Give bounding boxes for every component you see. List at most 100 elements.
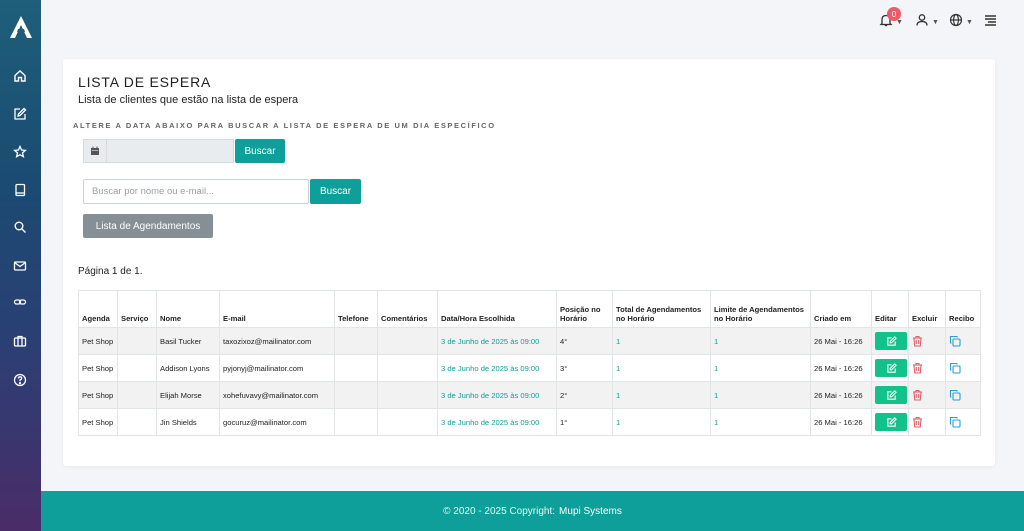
calendar-icon [83,139,107,163]
trash-icon [913,416,922,428]
briefcase-icon[interactable] [11,332,29,350]
cell-servico [117,408,157,436]
book-icon[interactable] [11,181,29,199]
cell-nome: Addison Lyons [156,354,220,382]
column-header: Posição no Horário [556,290,613,328]
language-button[interactable]: ▼ [949,11,973,29]
table-row: Pet Shop Jin Shields gocuruz@mailinator.… [78,408,981,436]
table-row: Pet Shop Basil Tucker taxozixoz@mailinat… [78,327,981,355]
brand-link[interactable]: Mupi Systems [559,506,622,517]
cell-total[interactable]: 1 [612,354,711,382]
receipt-button[interactable] [949,362,977,374]
cell-posicao: 1° [556,408,613,436]
cell-telefone [334,408,378,436]
column-header: Recibo [945,290,981,328]
cell-agenda: Pet Shop [78,327,118,355]
cell-data-hora[interactable]: 3 de Junho de 2025 às 09:00 [437,327,557,355]
edit-button[interactable] [875,386,907,404]
edit-icon[interactable] [11,105,29,123]
date-filter: Buscar [83,139,285,163]
cell-limite[interactable]: 1 [710,381,811,409]
help-icon[interactable] [11,371,29,389]
column-header: Agenda [78,290,118,328]
delete-button[interactable] [912,362,942,374]
receipt-button[interactable] [949,335,977,347]
receipt-button[interactable] [949,416,977,428]
notification-badge: 0 [887,7,901,21]
globe-icon [949,13,963,27]
cell-data-hora[interactable]: 3 de Junho de 2025 às 09:00 [437,354,557,382]
edit-icon [886,362,897,373]
delete-button[interactable] [912,335,942,347]
table-header-row: Agenda Serviço Nome E-mail Telefone Come… [78,290,981,328]
cell-telefone [334,327,378,355]
footer: © 2020 - 2025 Copyright: Mupi Systems [41,491,1024,531]
cell-limite[interactable]: 1 [710,408,811,436]
table-row: Pet Shop Addison Lyons pyjonyj@mailinato… [78,354,981,382]
trash-icon [913,335,922,347]
cell-agenda: Pet Shop [78,354,118,382]
search-icon[interactable] [11,218,29,236]
table-row: Pet Shop Elijah Morse xohefuvavy@mailina… [78,381,981,409]
logo[interactable] [8,14,34,40]
sidebar [0,0,41,531]
date-hint: ALTERE A DATA ABAIXO PARA BUSCAR A LISTA… [73,121,496,130]
mail-icon[interactable] [11,257,29,275]
delete-button[interactable] [912,389,942,401]
user-menu-button[interactable]: ▼ [915,11,939,29]
cell-limite[interactable]: 1 [710,354,811,382]
column-header: Criado em [810,290,872,328]
link-icon[interactable] [11,293,29,311]
topbar [41,0,1024,40]
receipt-button[interactable] [949,389,977,401]
search-button[interactable]: Buscar [310,179,361,204]
copyright-text: © 2020 - 2025 Copyright: [443,505,556,517]
cell-email: xohefuvavy@mailinator.com [219,381,335,409]
cell-recibo [945,408,981,436]
column-header: Editar [871,290,909,328]
cell-criado: 26 Mai - 16:26 [810,408,872,436]
edit-button[interactable] [875,413,907,431]
cell-excluir [908,381,946,409]
user-icon [916,14,928,26]
column-header: Telefone [334,290,378,328]
cell-posicao: 4° [556,327,613,355]
cell-telefone [334,354,378,382]
cell-telefone [334,381,378,409]
edit-button[interactable] [875,332,907,350]
page-subtitle: Lista de clientes que estão na lista de … [78,94,299,106]
cell-editar [871,354,909,382]
cell-posicao: 2° [556,381,613,409]
cell-servico [117,327,157,355]
cell-excluir [908,408,946,436]
star-icon[interactable] [11,143,29,161]
date-input[interactable] [107,139,234,163]
column-header: Total de Agendamentos no Horário [612,290,711,328]
cell-data-hora[interactable]: 3 de Junho de 2025 às 09:00 [437,408,557,436]
cell-total[interactable]: 1 [612,381,711,409]
cell-data-hora[interactable]: 3 de Junho de 2025 às 09:00 [437,381,557,409]
cell-total[interactable]: 1 [612,408,711,436]
date-search-button[interactable]: Buscar [235,139,285,163]
edit-icon [886,335,897,346]
cell-comentarios [377,408,438,436]
menu-toggle-button[interactable] [984,11,997,29]
copy-icon [949,389,961,401]
cell-total[interactable]: 1 [612,327,711,355]
cell-excluir [908,327,946,355]
appointments-list-button[interactable]: Lista de Agendamentos [83,214,213,238]
edit-button[interactable] [875,359,907,377]
cell-recibo [945,327,981,355]
cell-limite[interactable]: 1 [710,327,811,355]
column-header: Nome [156,290,220,328]
home-icon[interactable] [11,67,29,85]
delete-button[interactable] [912,416,942,428]
cell-recibo [945,354,981,382]
cell-servico [117,354,157,382]
column-header: Serviço [117,290,157,328]
cell-email: taxozixoz@mailinator.com [219,327,335,355]
cell-criado: 26 Mai - 16:26 [810,354,872,382]
chevron-down-icon: ▼ [966,18,973,26]
column-header: Limite de Agendamentos no Horário [710,290,811,328]
search-input[interactable] [83,179,309,204]
